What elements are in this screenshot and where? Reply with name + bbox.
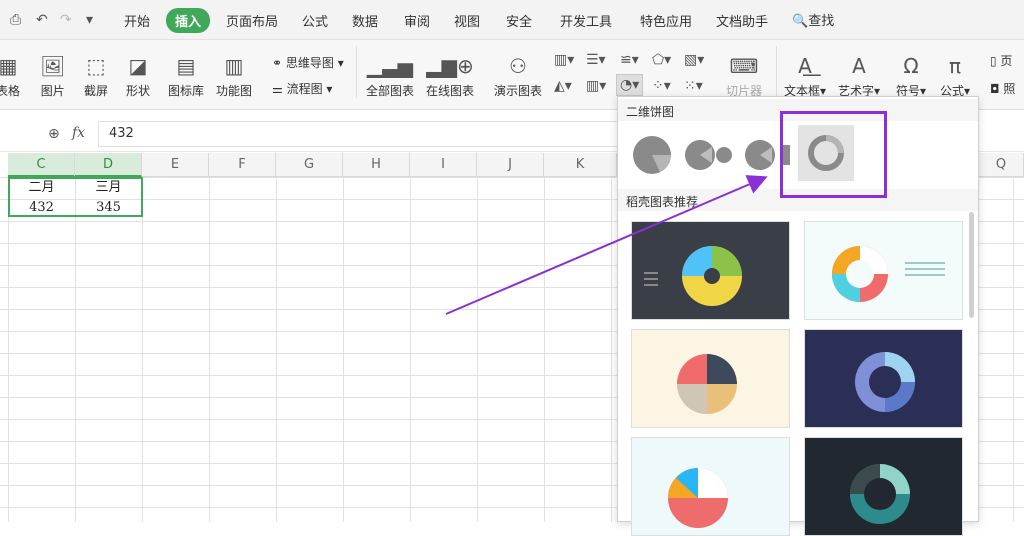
icon-library-button[interactable]: ▤ 图标库 (168, 52, 204, 99)
screenshot-icon: ⬚ (86, 54, 106, 78)
slicer-button[interactable]: ⌨ 切片器 (726, 52, 762, 99)
tab-insert[interactable]: 插入 (166, 8, 211, 33)
omega-icon: Ω (903, 54, 919, 78)
screenshot-button[interactable]: ⬚ 截屏 (84, 52, 108, 99)
column-header-q[interactable]: Q (979, 153, 1024, 177)
table-icon: ▦ (0, 54, 18, 78)
pie-chart-icon[interactable]: ◔▾ (616, 74, 644, 96)
tab-security[interactable]: 安全 (506, 11, 532, 30)
template-thumbnail[interactable] (804, 329, 963, 428)
function-chart-icon: ▥ (224, 54, 244, 78)
template-thumbnail[interactable] (631, 329, 790, 428)
panel-scrollbar[interactable] (969, 212, 974, 318)
search-button[interactable]: 🔍查找 (792, 10, 834, 29)
tab-doc-assistant[interactable]: 文档助手 (716, 11, 768, 30)
bar-chart-horizontal-icon[interactable]: ☰▾ (586, 52, 606, 68)
online-chart-icon: ▂▆⊕ (426, 54, 474, 78)
textbox-icon: A͟ (798, 54, 812, 78)
shape-button[interactable]: ◪ 形状 (126, 52, 150, 99)
tab-page-layout[interactable]: 页面布局 (226, 11, 278, 30)
table-button[interactable]: ▦ 表格 (0, 52, 20, 99)
formula-button[interactable]: π 公式▾ (940, 52, 970, 99)
column-header-d[interactable]: D (75, 153, 142, 177)
tab-data[interactable]: 数据 (352, 11, 378, 30)
pie-chart-option[interactable] (630, 133, 674, 177)
shape-icon: ◪ (128, 54, 148, 78)
doughnut-highlight-box (780, 111, 887, 198)
formula-input[interactable]: 432 (98, 121, 698, 147)
picture-icon: 🖼 (40, 54, 66, 78)
demo-chart-icon: ⚇ (509, 54, 527, 78)
print-preview-icon[interactable]: ⎙ (10, 12, 21, 28)
bar-chart-icon: ▁▃▅ (366, 54, 414, 78)
pie-of-pie-option[interactable] (684, 135, 736, 175)
template-thumbnail[interactable] (804, 437, 963, 536)
area-chart-icon[interactable]: ◭▾ (554, 78, 572, 94)
tab-home[interactable]: 开始 (124, 11, 150, 30)
zoom-icon[interactable]: ⊕ (48, 126, 60, 142)
doughnut-template-preview (832, 246, 945, 302)
customize-dropdown-icon[interactable]: ▾ (86, 12, 93, 28)
selection-range (8, 177, 143, 217)
slicer-icon: ⌨ (729, 54, 759, 78)
ribbon-divider (776, 46, 777, 98)
mindmap-button[interactable]: ⚭ 思维导图 ▾ (272, 54, 344, 71)
redo-icon[interactable]: ↷ (60, 12, 72, 28)
column-header-h[interactable]: H (343, 153, 410, 177)
doughnut-template-preview (850, 464, 910, 524)
doughnut-template-preview (644, 246, 742, 306)
flowchart-icon: ⚌ (272, 82, 287, 96)
column-header-g[interactable]: G (276, 153, 343, 177)
function-chart-button[interactable]: ▥ 功能图 (216, 52, 252, 99)
page-icon: ▯ (990, 54, 1001, 68)
doughnut-template-preview (855, 352, 915, 412)
column-header-e[interactable]: E (142, 153, 209, 177)
template-thumbnail[interactable] (631, 437, 790, 536)
art-text-button[interactable]: A 艺术字▾ (838, 52, 880, 99)
pie-template-preview (668, 468, 728, 528)
column-header-k[interactable]: K (544, 153, 617, 177)
column-header-i[interactable]: I (410, 153, 477, 177)
line-chart-icon[interactable]: ≌▾ (620, 52, 639, 68)
pie-template-preview (677, 354, 737, 414)
undo-icon[interactable]: ↶ (36, 12, 48, 28)
pi-icon: π (949, 54, 962, 78)
textbox-button[interactable]: A͟ 文本框▾ (784, 52, 826, 99)
combo-chart-icon[interactable]: ▥▾ (586, 78, 606, 94)
bubble-chart-icon[interactable]: ⁙▾ (684, 78, 703, 94)
demo-chart-button[interactable]: ⚇ 演示图表 (494, 52, 542, 99)
tab-view[interactable]: 视图 (454, 11, 480, 30)
art-text-icon: A (852, 54, 866, 78)
radar-chart-icon[interactable]: ⬠▾ (652, 52, 671, 68)
section-title-2d-pie: 二维饼图 (626, 105, 675, 119)
stock-chart-icon[interactable]: ▧▾ (684, 52, 704, 68)
column-chart-icon[interactable]: ▥▾ (554, 52, 574, 68)
menu-bar: ⎙ ↶ ↷ ▾ 开始 插入 页面布局 公式 数据 审阅 视图 安全 开发工具 特… (0, 0, 1024, 40)
tab-special[interactable]: 特色应用 (640, 11, 692, 30)
online-chart-button[interactable]: ▂▆⊕ 在线图表 (426, 52, 474, 99)
fx-button[interactable]: fx (72, 125, 85, 141)
flowchart-button[interactable]: ⚌ 流程图 ▾ (272, 80, 332, 97)
symbol-button[interactable]: Ω 符号▾ (896, 52, 926, 99)
tab-developer[interactable]: 开发工具 (560, 11, 612, 30)
tab-formulas[interactable]: 公式 (302, 11, 328, 30)
tab-review[interactable]: 审阅 (404, 11, 430, 30)
ribbon-divider (356, 46, 357, 98)
search-icon: 🔍 (792, 14, 809, 29)
column-header-c[interactable]: C (8, 153, 75, 177)
header-footer-button[interactable]: ▯ 页 (990, 52, 1012, 69)
mindmap-icon: ⚭ (272, 56, 286, 70)
column-header-j[interactable]: J (477, 153, 544, 177)
scatter-chart-icon[interactable]: ⁘▾ (652, 78, 671, 94)
column-header-f[interactable]: F (209, 153, 276, 177)
picture-button[interactable]: 🖼 图片 (40, 52, 65, 99)
camera-icon: ◘ (990, 82, 1004, 96)
template-thumbnail[interactable] (631, 221, 790, 320)
section-title-recommended: 稻壳图表推荐 (626, 195, 699, 209)
template-thumbnail[interactable] (804, 221, 963, 320)
camera-button[interactable]: ◘ 照 (990, 80, 1015, 97)
icon-library-icon: ▤ (176, 54, 196, 78)
all-charts-button[interactable]: ▁▃▅ 全部图表 (366, 52, 414, 99)
